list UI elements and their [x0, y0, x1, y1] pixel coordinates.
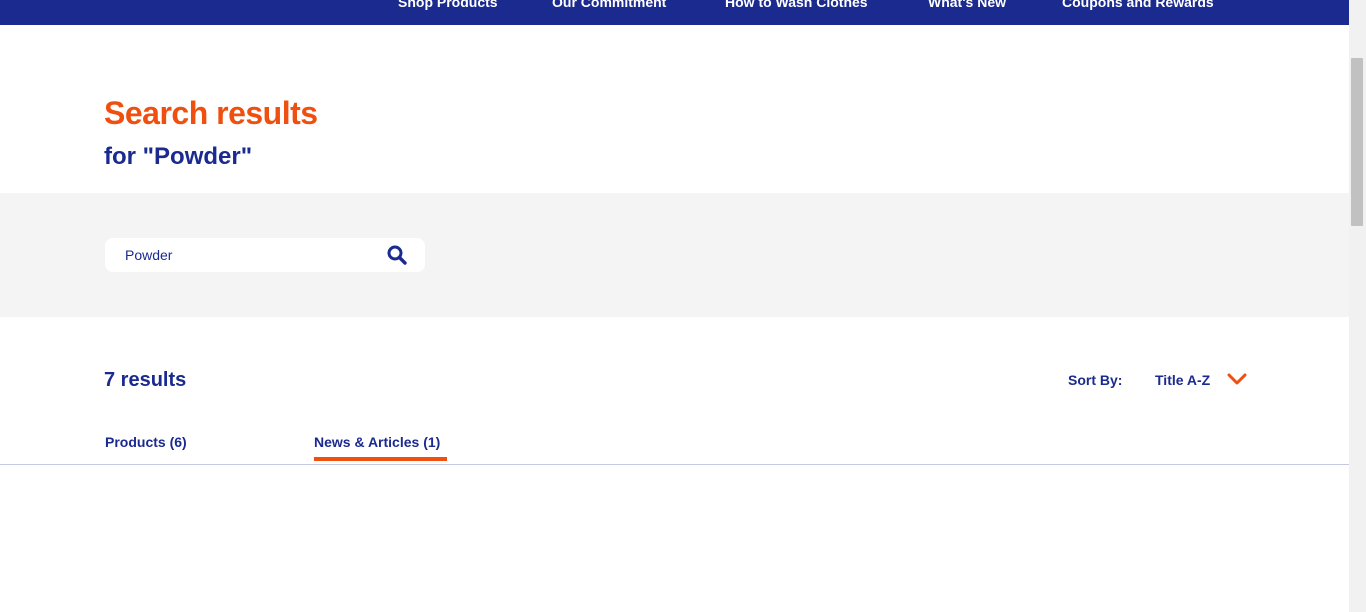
search-band [0, 193, 1349, 317]
search-icon [387, 245, 407, 265]
search-query-subtitle: for "Powder" [104, 143, 253, 170]
search-input[interactable] [125, 245, 380, 265]
nav-item-whats-new[interactable]: What's New [928, 0, 1006, 13]
nav-item-our-commitment[interactable]: Our Commitment [552, 0, 666, 13]
scrollbar-thumb[interactable] [1351, 58, 1363, 226]
page-title: Search results [104, 95, 318, 131]
sort-label: Sort By: [1068, 372, 1123, 388]
nav-item-coupons-and-rewards[interactable]: Coupons and Rewards [1062, 0, 1214, 13]
tab-products[interactable]: Products (6) [105, 433, 187, 451]
search-box [105, 238, 425, 272]
tab-news-and-articles[interactable]: News & Articles (1) [314, 433, 440, 451]
nav-item-shop-products[interactable]: Shop Products [398, 0, 498, 13]
sort-dropdown[interactable]: Title A-Z [1155, 369, 1250, 391]
tabs-divider [0, 464, 1349, 465]
top-navigation: Shop Products Our Commitment How to Wash… [0, 0, 1349, 25]
nav-item-how-to-wash-clothes[interactable]: How to Wash Clothes [725, 0, 868, 13]
chevron-down-icon [1227, 373, 1247, 385]
page: Shop Products Our Commitment How to Wash… [0, 0, 1349, 612]
page-scrollbar[interactable] [1349, 0, 1366, 612]
active-tab-indicator [314, 457, 447, 461]
results-count: 7 results [104, 369, 187, 391]
search-button[interactable] [385, 243, 409, 267]
sort-selected-value: Title A-Z [1155, 372, 1211, 388]
